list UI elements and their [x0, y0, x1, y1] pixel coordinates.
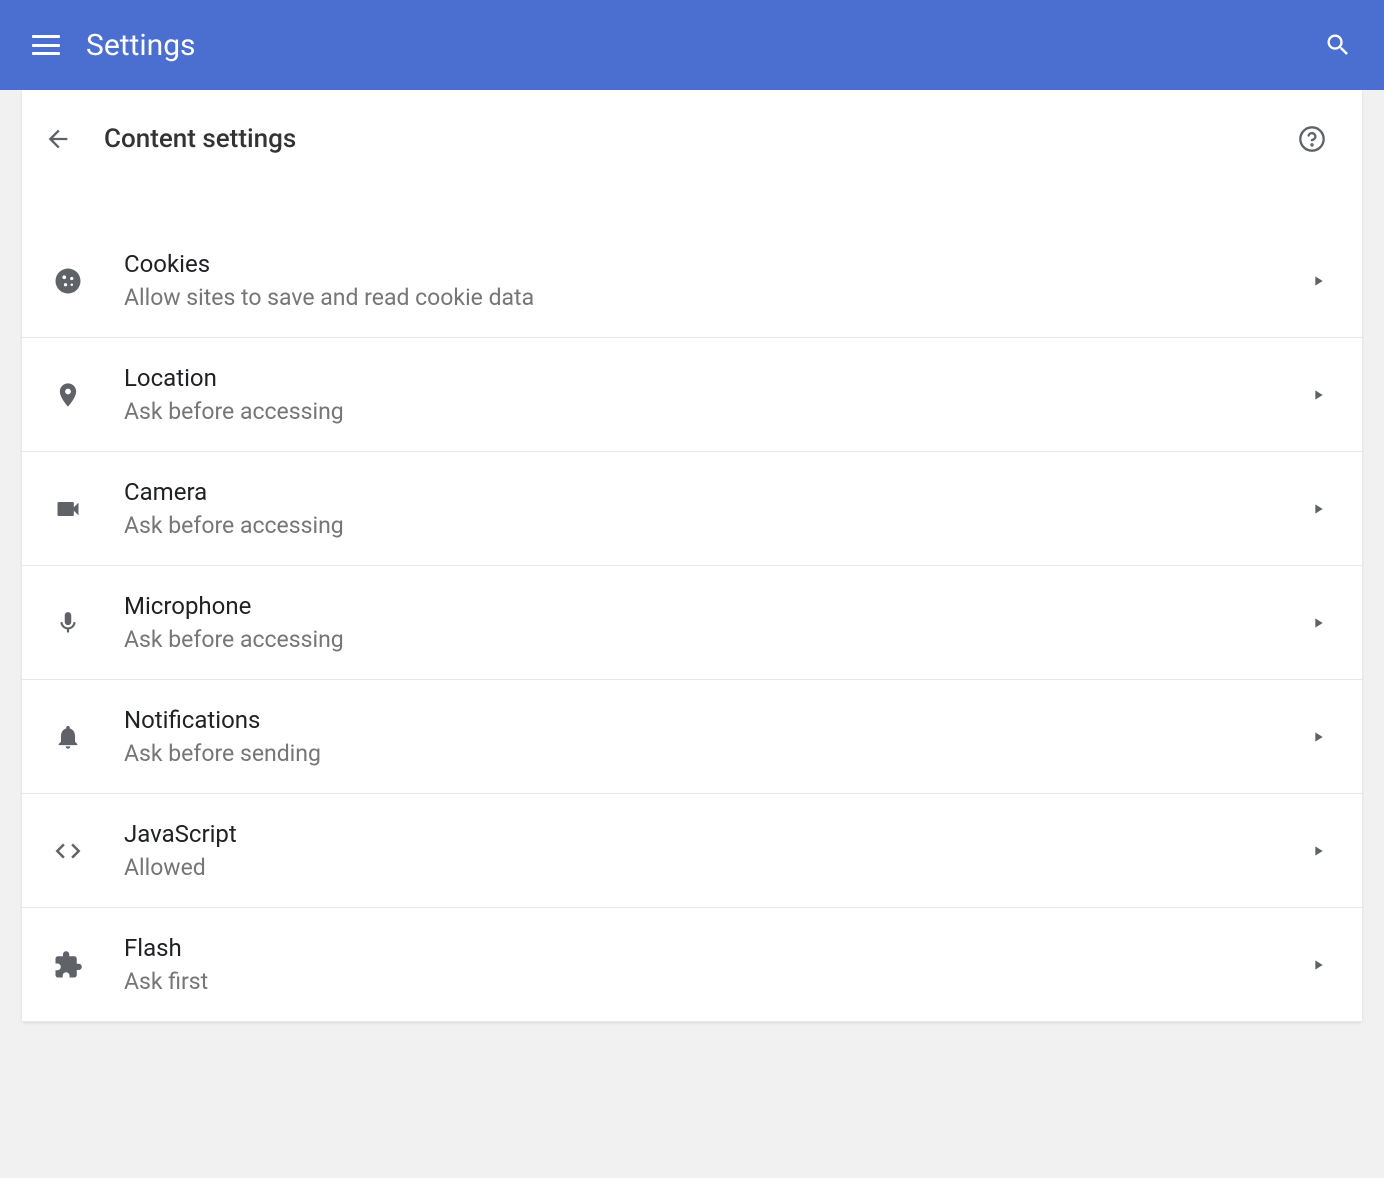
content-card: Content settings Cookies A [22, 90, 1362, 1022]
help-icon[interactable] [1298, 125, 1326, 153]
item-title: Flash [124, 934, 1310, 962]
page-title: Content settings [104, 124, 1298, 154]
item-text: Camera Ask before accessing [124, 478, 1310, 539]
list-item-camera[interactable]: Camera Ask before accessing [22, 452, 1362, 566]
item-subtitle: Ask before accessing [124, 512, 1310, 539]
item-text: Notifications Ask before sending [124, 706, 1310, 767]
chevron-right-icon [1310, 615, 1326, 631]
chevron-right-icon [1310, 273, 1326, 289]
item-title: Notifications [124, 706, 1310, 734]
chevron-right-icon [1310, 957, 1326, 973]
code-icon [44, 836, 92, 866]
item-text: Location Ask before accessing [124, 364, 1310, 425]
item-subtitle: Ask before sending [124, 740, 1310, 767]
item-title: Cookies [124, 250, 1310, 278]
list-item-microphone[interactable]: Microphone Ask before accessing [22, 566, 1362, 680]
list-item-cookies[interactable]: Cookies Allow sites to save and read coo… [22, 224, 1362, 338]
chevron-right-icon [1310, 501, 1326, 517]
back-icon[interactable] [44, 125, 72, 153]
page-header: Content settings [22, 90, 1362, 188]
settings-list: Cookies Allow sites to save and read coo… [22, 188, 1362, 1022]
search-icon[interactable] [1324, 31, 1352, 59]
chevron-right-icon [1310, 729, 1326, 745]
item-title: JavaScript [124, 820, 1310, 848]
camera-icon [44, 495, 92, 523]
menu-icon[interactable] [32, 31, 60, 59]
bell-icon [44, 723, 92, 751]
item-text: Microphone Ask before accessing [124, 592, 1310, 653]
item-text: Flash Ask first [124, 934, 1310, 995]
puzzle-icon [44, 950, 92, 980]
item-subtitle: Ask first [124, 968, 1310, 995]
list-item-flash[interactable]: Flash Ask first [22, 908, 1362, 1022]
list-item-notifications[interactable]: Notifications Ask before sending [22, 680, 1362, 794]
item-text: JavaScript Allowed [124, 820, 1310, 881]
microphone-icon [44, 610, 92, 636]
header-title: Settings [86, 28, 1324, 63]
item-subtitle: Ask before accessing [124, 398, 1310, 425]
item-title: Location [124, 364, 1310, 392]
chevron-right-icon [1310, 843, 1326, 859]
list-item-location[interactable]: Location Ask before accessing [22, 338, 1362, 452]
item-subtitle: Allowed [124, 854, 1310, 881]
location-icon [44, 381, 92, 409]
item-subtitle: Allow sites to save and read cookie data [124, 284, 1310, 311]
chevron-right-icon [1310, 387, 1326, 403]
item-title: Microphone [124, 592, 1310, 620]
item-text: Cookies Allow sites to save and read coo… [124, 250, 1310, 311]
cookie-icon [44, 266, 92, 296]
item-title: Camera [124, 478, 1310, 506]
app-header: Settings [0, 0, 1384, 90]
list-item-javascript[interactable]: JavaScript Allowed [22, 794, 1362, 908]
item-subtitle: Ask before accessing [124, 626, 1310, 653]
